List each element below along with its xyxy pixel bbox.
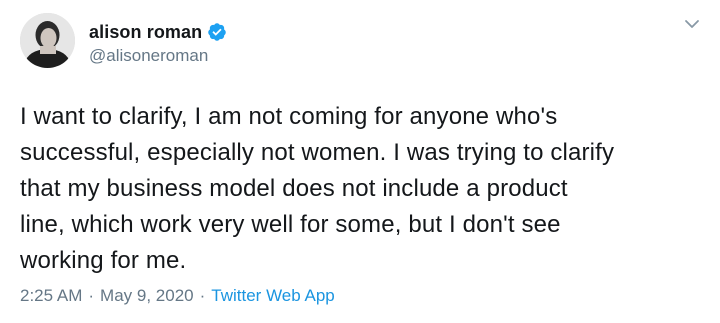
display-name[interactable]: alison roman [89,22,202,43]
tweet-meta: 2:25 AM · May 9, 2020 · Twitter Web App [20,286,335,306]
verified-badge-icon [207,22,227,42]
meta-separator: · [88,286,95,305]
chevron-down-icon[interactable] [682,14,702,34]
tweet-source-link[interactable]: Twitter Web App [211,286,334,306]
meta-separator: · [199,286,206,305]
name-row: alison roman [89,20,227,44]
tweet-date[interactable]: May 9, 2020 [100,286,194,306]
avatar-image [20,13,75,68]
tweet-time[interactable]: 2:25 AM [20,286,82,306]
avatar[interactable] [20,13,75,68]
tweet-header: alison roman @alisoneroman [20,12,698,84]
author-block: alison roman @alisoneroman [89,20,227,66]
tweet-card: alison roman @alisoneroman I want to cla… [0,0,720,323]
tweet-text: I want to clarify, I am not coming for a… [20,103,615,274]
handle[interactable]: @alisoneroman [89,46,227,66]
